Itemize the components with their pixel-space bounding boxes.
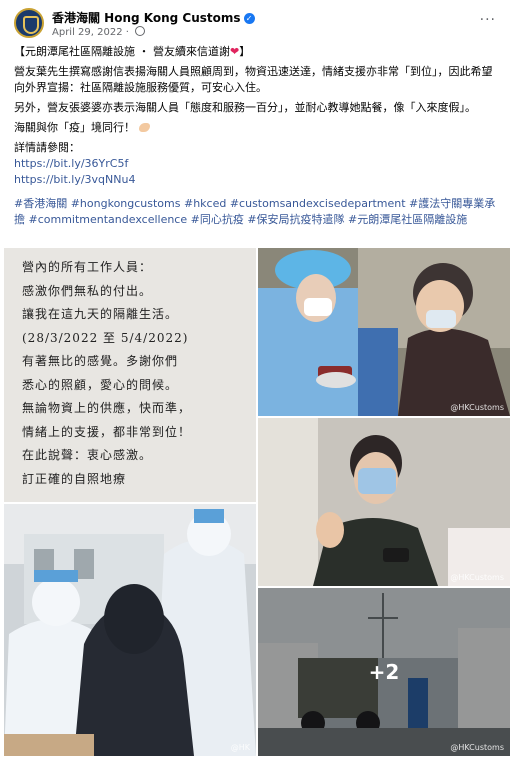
links-block: 詳情請參閱： https://bit.ly/36YrC5f https://bi… [14, 140, 502, 188]
watermark: @HKCustoms [450, 743, 504, 752]
watermark: @HKCustoms [450, 403, 504, 412]
watermark: @HKCustoms [450, 573, 504, 582]
paragraph-1: 營友葉先生撰寫感謝信表揚海關人員照顧周到，物資迅速送達，情緒支援亦非常「到位」，… [14, 65, 493, 94]
photo-resident-thumbs-up-image [258, 418, 510, 586]
post-title-text: 【元朗潭尾社區隔離設施 ・ 營友續來信道謝 [14, 45, 230, 58]
flexed-biceps-icon [138, 123, 150, 132]
photo-handwritten-letter[interactable]: 營內的所有工作人員： 感激你們無私的付出。 讓我在這九天的隔離生活。 (28/3… [4, 248, 256, 502]
watermark: @HK [230, 743, 250, 752]
globe-icon [135, 26, 146, 36]
letter-line: (28/3/2022 至 5/4/2022) [22, 330, 189, 345]
heart-icon: ❤ [230, 45, 240, 58]
photo-registration-desk[interactable]: @HK [4, 504, 256, 756]
paragraph-3-text: 海關與你「疫」境同行！ [14, 121, 135, 134]
link-1[interactable]: https://bit.ly/36YrC5f [14, 156, 502, 172]
link-2[interactable]: https://bit.ly/3vqNNu4 [14, 172, 502, 188]
post-header: 香港海關 Hong Kong Customs ✓ April 29, 2022 ·… [0, 0, 512, 44]
more-options-button[interactable]: ··· [480, 12, 496, 28]
photo-resident-thumbs-up[interactable]: @HKCustoms [258, 418, 510, 586]
paragraph-2: 另外，營友張婆婆亦表示海關人員「態度和服務一百分」，並耐心教導她點餐，像「入來度… [14, 101, 476, 114]
photo-officer-with-resident[interactable]: @HKCustoms [258, 248, 510, 416]
paragraph-3: 海關與你「疫」境同行！ [14, 120, 502, 136]
letter-line: 有著無比的感覺。多謝你們 [22, 354, 179, 368]
page-name-text[interactable]: 香港海關 Hong Kong Customs [52, 11, 241, 25]
page-name[interactable]: 香港海關 Hong Kong Customs ✓ [52, 9, 255, 26]
letter-text: 營內的所有工作人員： 感激你們無私的付出。 讓我在這九天的隔離生活。 (28/3… [22, 256, 247, 491]
post-date[interactable]: April 29, 2022 [52, 27, 123, 38]
letter-line: 在此說聲：衷心感激。 [22, 448, 153, 462]
page-avatar[interactable] [14, 8, 44, 38]
hashtags[interactable]: #香港海關 #hongkongcustoms #hkced #customsan… [14, 196, 502, 228]
letter-line: 無論物資上的供應，快而準， [22, 401, 192, 415]
post-timestamp[interactable]: April 29, 2022 · [52, 26, 146, 38]
letter-line: 訂正確的自照地療 [22, 471, 127, 486]
photo-registration-desk-image [4, 504, 256, 756]
photo-golf-cart-more[interactable]: +2 @HKCustoms [258, 588, 510, 756]
verified-badge-icon: ✓ [243, 13, 255, 24]
post-title-end: 】 [239, 45, 251, 58]
letter-line: 感激你們無私的付出。 [22, 283, 153, 298]
letter-line: 情緒上的支援，都非常到位！ [22, 424, 192, 439]
photo-officer-with-resident-image [258, 248, 510, 416]
letter-line: 讓我在這九天的隔離生活。 [22, 307, 179, 321]
post-body: 【元朗潭尾社區隔離設施 ・ 營友續來信道謝❤】 營友葉先生撰寫感謝信表揚海關人員… [14, 44, 502, 232]
more-photos-count[interactable]: +2 [258, 588, 510, 756]
letter-line: 營內的所有工作人員： [22, 260, 153, 274]
details-label: 詳情請參閱： [14, 141, 80, 154]
letter-line: 悉心的照顧，愛心的問候。 [22, 377, 179, 392]
post-title: 【元朗潭尾社區隔離設施 ・ 營友續來信道謝❤】 [14, 44, 502, 60]
